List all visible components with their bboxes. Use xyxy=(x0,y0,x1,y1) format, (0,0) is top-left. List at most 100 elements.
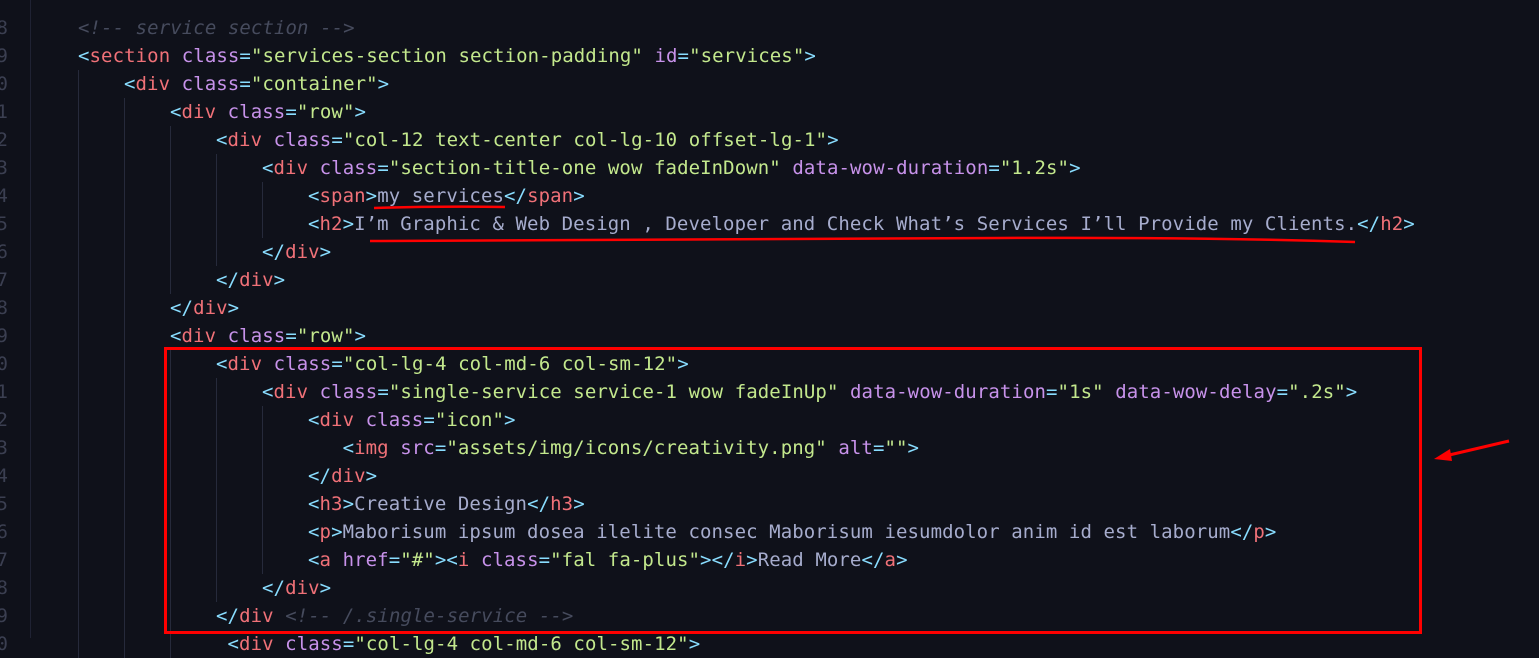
token-tag: div xyxy=(319,409,355,431)
indent-guide xyxy=(124,98,125,126)
token-br: > xyxy=(700,549,712,571)
code-line[interactable]: <div class="row"> xyxy=(170,322,366,350)
indent-guide xyxy=(78,294,79,322)
token-attr: class xyxy=(181,73,240,95)
token-sp xyxy=(781,157,793,179)
token-sp xyxy=(308,381,320,403)
code-line[interactable]: </div> xyxy=(262,238,331,266)
line-number: 5 xyxy=(0,213,8,235)
indent-guide xyxy=(216,406,217,434)
indent-guide xyxy=(262,406,263,434)
code-line[interactable]: <a href="#"><i class="fal fa-plus"></i>R… xyxy=(308,546,908,574)
indent-guide xyxy=(216,490,217,518)
token-eq: = xyxy=(677,45,690,67)
token-tag: h3 xyxy=(319,493,343,515)
indent-guide xyxy=(170,546,171,574)
token-br: > xyxy=(331,521,343,543)
token-br: </ xyxy=(1230,521,1254,543)
token-tag: div xyxy=(331,465,366,487)
token-eq: = xyxy=(434,437,447,459)
token-br: < xyxy=(78,45,90,67)
indent-guide xyxy=(170,434,171,462)
token-str: "section-title-one wow fadeInDown" xyxy=(388,157,781,179)
token-br: > xyxy=(354,325,367,347)
indent-guide xyxy=(78,602,79,630)
line-number: 2 xyxy=(0,409,8,431)
indent-guide xyxy=(170,518,171,546)
line-number: 5 xyxy=(0,493,8,515)
code-line[interactable]: <div class="col-lg-4 col-md-6 col-sm-12"… xyxy=(228,630,701,658)
code-line[interactable]: </div> xyxy=(170,294,239,322)
code-line[interactable]: <section class="services-section section… xyxy=(78,42,816,70)
token-sp xyxy=(354,409,366,431)
token-str: "services-section section-padding" xyxy=(250,45,643,67)
indent-guide xyxy=(78,378,79,406)
code-line[interactable]: <h2>I’m Graphic & Web Design , Developer… xyxy=(308,210,1415,238)
token-br: > xyxy=(504,409,516,431)
code-line[interactable]: <div class="icon"> xyxy=(308,406,516,434)
arrow-head-icon xyxy=(1434,449,1452,461)
token-tag: div xyxy=(273,381,309,403)
indent-guide xyxy=(262,546,263,574)
token-sp xyxy=(274,605,286,627)
indent-guide xyxy=(124,154,125,182)
line-number: 9 xyxy=(0,605,8,627)
token-br: > xyxy=(1264,521,1277,543)
token-br: > xyxy=(365,465,378,487)
indent-guide xyxy=(78,630,79,658)
line-number: 8 xyxy=(0,577,8,599)
indent-guide xyxy=(262,462,263,490)
token-attr: class xyxy=(181,45,240,67)
code-line[interactable]: <img src="assets/img/icons/creativity.pn… xyxy=(343,434,920,462)
code-line[interactable]: </div> xyxy=(216,266,285,294)
indent-guide xyxy=(262,518,263,546)
token-br: > xyxy=(746,549,758,571)
token-tag: h2 xyxy=(319,213,343,235)
token-str: "" xyxy=(884,437,908,459)
indent-guide xyxy=(124,238,125,266)
code-line[interactable]: <!-- service section --> xyxy=(78,14,355,42)
token-attr: class xyxy=(227,325,286,347)
token-br: > xyxy=(342,213,355,235)
indent-guide xyxy=(216,378,217,406)
token-br: </ xyxy=(262,241,286,263)
code-line[interactable]: <div class="row"> xyxy=(170,98,366,126)
token-eq: = xyxy=(1276,381,1289,403)
code-line[interactable]: <h3>Creative Design</h3> xyxy=(308,490,585,518)
token-sp xyxy=(469,549,481,571)
token-br: > xyxy=(227,297,240,319)
token-br: < xyxy=(308,521,320,543)
token-eq: = xyxy=(377,157,389,179)
token-str: "1s" xyxy=(1057,381,1104,403)
line-number: 7 xyxy=(0,269,8,291)
code-line[interactable]: </div> xyxy=(308,462,377,490)
line-number: 9 xyxy=(0,325,8,347)
code-line[interactable]: </div <!-- /.single-service --> xyxy=(216,602,573,630)
token-sp xyxy=(262,129,274,151)
indent-guide xyxy=(170,154,171,182)
token-br: < xyxy=(308,549,320,571)
indent-guide xyxy=(78,518,79,546)
token-tag: div xyxy=(273,157,309,179)
code-line[interactable]: </div> xyxy=(262,574,331,602)
indent-guide xyxy=(78,546,79,574)
token-sp xyxy=(216,325,228,347)
token-br: </ xyxy=(308,465,332,487)
code-line[interactable]: <p>Maborisum ipsum dosea ilelite consec … xyxy=(308,518,1276,546)
token-str: ".2s" xyxy=(1288,381,1346,403)
code-line[interactable]: <div class="container"> xyxy=(124,70,389,98)
code-line[interactable]: <div class="col-lg-4 col-md-6 col-sm-12"… xyxy=(216,350,689,378)
indent-guide xyxy=(262,490,263,518)
token-sp xyxy=(389,437,401,459)
token-eq: = xyxy=(331,353,343,375)
indent-guide xyxy=(216,210,217,238)
token-tag: div xyxy=(193,297,228,319)
code-line[interactable]: <div class="col-12 text-center col-lg-10… xyxy=(216,126,839,154)
token-br: > xyxy=(377,73,390,95)
underline-h2-text xyxy=(369,236,1356,244)
code-line[interactable]: <div class="single-service service-1 wow… xyxy=(262,378,1357,406)
code-line[interactable]: <div class="section-title-one wow fadeIn… xyxy=(262,154,1081,182)
token-txt: Read More xyxy=(757,549,862,571)
code-line[interactable]: <span>my services</span> xyxy=(308,182,585,210)
token-attr: class xyxy=(365,409,424,431)
